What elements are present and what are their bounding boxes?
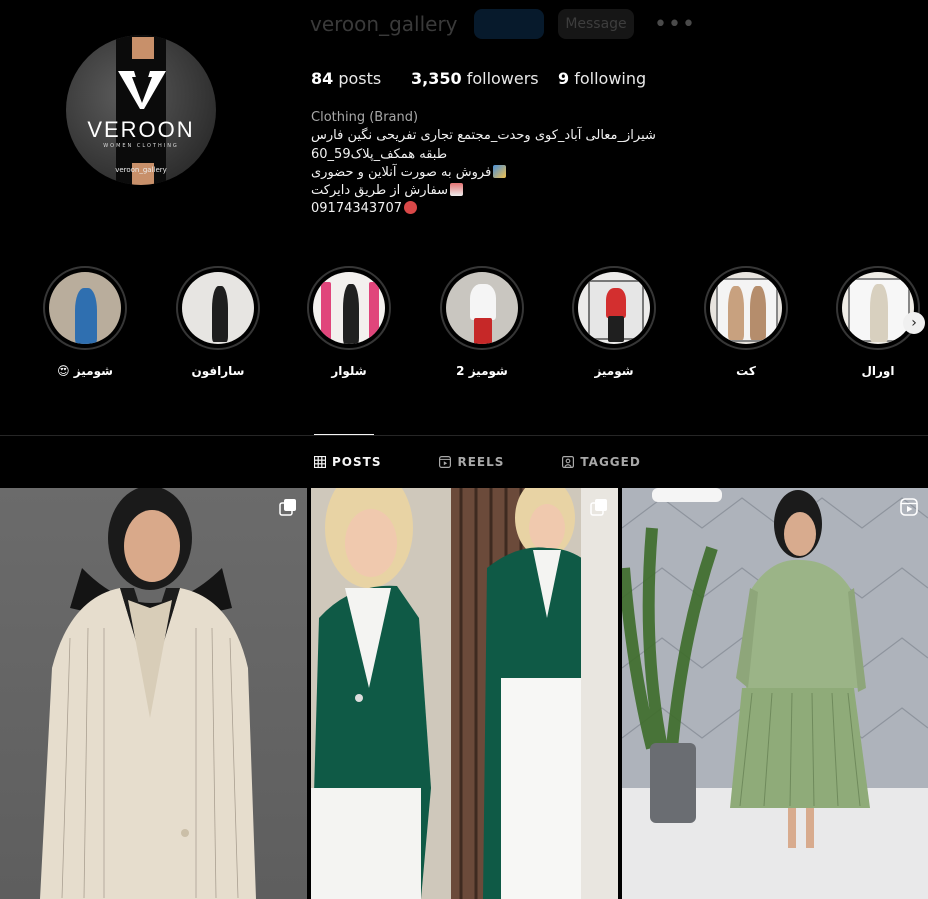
- more-horizontal-icon[interactable]: •••: [654, 12, 696, 37]
- inbox-icon: [450, 183, 463, 197]
- reels-icon: [439, 456, 452, 468]
- tab-posts[interactable]: POSTS: [314, 455, 381, 469]
- chevron-right-icon[interactable]: ›: [903, 312, 925, 334]
- bio-phone[interactable]: 09174343707: [311, 201, 402, 216]
- carousel-icon: [590, 499, 607, 516]
- bio-sales-line: فروش به صورت آنلاین و حضوری: [311, 164, 671, 182]
- highlight-label: شومیز 😍: [57, 364, 113, 378]
- post-image: [311, 488, 618, 899]
- tagged-icon: [562, 456, 575, 468]
- bio-sales-text: فروش به صورت آنلاین و حضوری: [311, 164, 492, 180]
- profile-stats: 84 posts 3,350 followers 9 following: [311, 69, 646, 88]
- followers-link[interactable]: 3,350 followers: [411, 69, 558, 88]
- highlight-item[interactable]: کت: [702, 266, 790, 378]
- highlight-item[interactable]: سارافون: [174, 266, 262, 378]
- follow-button[interactable]: [474, 9, 544, 39]
- profile-avatar[interactable]: VEROON WOMEN CLOTHING veroon_gallery: [66, 35, 216, 185]
- followers-label: followers: [461, 69, 539, 88]
- highlight-label: اورال: [861, 364, 895, 378]
- post-thumbnail[interactable]: [0, 488, 307, 899]
- posts-count: 84: [311, 69, 334, 88]
- tab-label: REELS: [457, 455, 505, 469]
- highlight-label: شومیز 2: [456, 364, 508, 378]
- following-label: following: [569, 69, 647, 88]
- tab-reels[interactable]: REELS: [439, 455, 504, 469]
- highlight-ring: [440, 266, 524, 350]
- shopping-bags-icon: [493, 164, 507, 178]
- highlight-cover: [842, 272, 914, 344]
- bio-order-text: سفارش از طریق دایرکت: [311, 183, 448, 199]
- carousel-icon: [279, 499, 296, 516]
- profile-bio: Clothing (Brand) شیراز_معالی آباد_کوی وح…: [311, 109, 671, 219]
- avatar-handle: veroon_gallery: [115, 166, 167, 174]
- brand-logo-icon: [118, 71, 166, 109]
- bio-order-line: سفارش از طریق دایرکت: [311, 182, 671, 200]
- posts-stat: 84 posts: [311, 69, 411, 88]
- highlight-item[interactable]: شومیز 😍: [41, 266, 129, 378]
- profile-header-row: veroon_gallery Message •••: [310, 6, 696, 42]
- highlight-cover: [446, 272, 518, 344]
- reel-icon: [900, 498, 918, 516]
- highlight-item[interactable]: شومیز: [570, 266, 658, 378]
- message-button[interactable]: Message: [558, 9, 634, 39]
- active-tab-indicator: [314, 434, 374, 435]
- story-highlights: شومیز 😍 سارافون شلوار شومیز 2 شومیز کت ا…: [0, 266, 928, 386]
- avatar-accent: [132, 37, 154, 59]
- avatar-brand-name: VEROON: [87, 117, 195, 142]
- followers-count: 3,350: [411, 69, 462, 88]
- following-count: 9: [558, 69, 570, 88]
- tab-tagged[interactable]: TAGGED: [562, 455, 640, 469]
- highlight-item[interactable]: شلوار: [305, 266, 393, 378]
- highlight-ring: [836, 266, 920, 350]
- highlight-cover: [710, 272, 782, 344]
- highlight-ring: [43, 266, 127, 350]
- bio-phone-line: 09174343707: [311, 200, 671, 218]
- post-image: [40, 488, 256, 899]
- highlight-label: شومیز: [594, 364, 634, 378]
- post-thumbnail[interactable]: [311, 488, 618, 899]
- profile-tabs: POSTS REELS TAGGED: [314, 455, 641, 469]
- tab-label: TAGGED: [580, 455, 641, 469]
- highlight-item[interactable]: شومیز 2: [438, 266, 526, 378]
- following-link[interactable]: 9 following: [558, 69, 646, 88]
- post-image: [622, 488, 928, 899]
- bio-address-unit: طبقه همکف_پلاک59_60: [311, 146, 448, 162]
- bio-address-line: شیراز_معالی آباد_کوی وحدت_مجتمع تجاری تف…: [311, 128, 656, 144]
- highlight-label: کت: [736, 364, 756, 378]
- profile-category: Clothing (Brand): [311, 110, 419, 125]
- highlight-ring: [572, 266, 656, 350]
- highlight-ring: [307, 266, 391, 350]
- profile-username: veroon_gallery: [310, 12, 458, 36]
- highlight-cover: [313, 272, 385, 344]
- highlight-cover: [578, 272, 650, 344]
- tab-label: POSTS: [332, 455, 382, 469]
- tabs-divider: [0, 435, 928, 436]
- posts-label: posts: [333, 69, 382, 88]
- highlight-label: شلوار: [331, 364, 367, 378]
- grid-icon: [314, 456, 326, 468]
- highlight-ring: [704, 266, 788, 350]
- avatar-subtitle: WOMEN CLOTHING: [103, 143, 179, 149]
- telephone-icon: [403, 201, 417, 215]
- highlight-ring: [176, 266, 260, 350]
- highlight-label: سارافون: [191, 364, 245, 378]
- highlight-cover: [49, 272, 121, 344]
- post-thumbnail[interactable]: [622, 488, 928, 899]
- highlight-cover: [182, 272, 254, 344]
